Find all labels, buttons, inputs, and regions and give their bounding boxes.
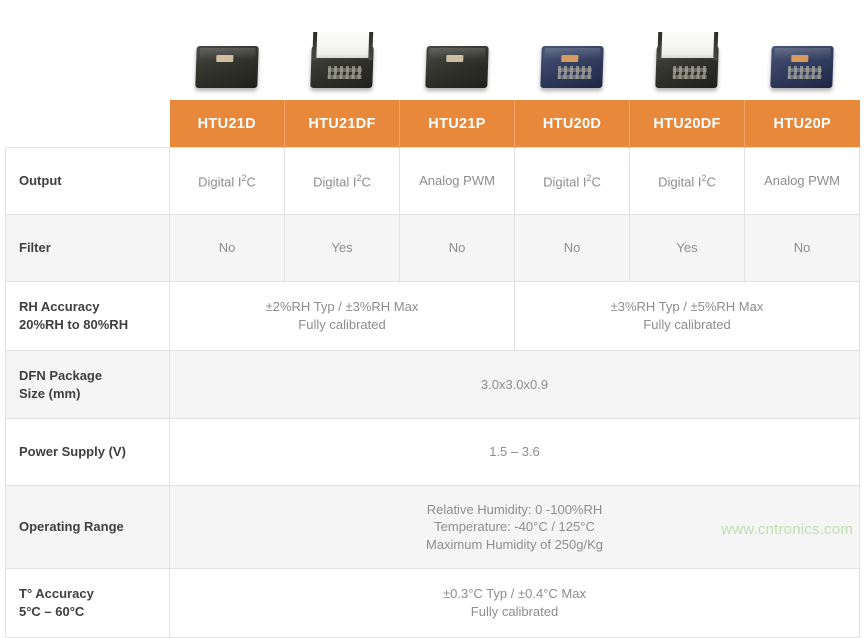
product-photo-htu21p (399, 0, 514, 100)
product-photo-strip (169, 0, 859, 100)
cell-output-htu21df: Digital I2C (284, 147, 400, 215)
product-photo-htu20d (514, 0, 629, 100)
table-row-dfn-package: DFN Package Size (mm) 3.0x3.0x0.9 (5, 350, 860, 419)
cell-output-htu20df: Digital I2C (629, 147, 745, 215)
table-header-row: HTU21D HTU21DF HTU21P HTU20D HTU20DF HTU… (5, 100, 860, 148)
cell-filter-htu21d: No (169, 214, 285, 282)
cell-rh-accuracy-htu20-group: ±3%RH Typ / ±5%RH Max Fully calibrated (514, 281, 860, 351)
table-row-t-accuracy: T° Accuracy 5°C – 60°C ±0.3°C Typ / ±0.4… (5, 568, 860, 638)
cell-filter-htu21df: Yes (284, 214, 400, 282)
table-row-power-supply: Power Supply (V) 1.5 – 3.6 (5, 418, 860, 486)
table-row-operating-range: Operating Range Relative Humidity: 0 -10… (5, 485, 860, 569)
cell-output-htu20p: Analog PWM (744, 147, 860, 215)
row-label-dfn-package: DFN Package Size (mm) (5, 350, 170, 419)
cell-filter-htu20d: No (514, 214, 630, 282)
column-header-htu21d: HTU21D (169, 100, 285, 148)
row-label-rh-accuracy: RH Accuracy 20%RH to 80%RH (5, 281, 170, 351)
table-row-rh-accuracy: RH Accuracy 20%RH to 80%RH ±2%RH Typ / ±… (5, 281, 860, 351)
row-label-power-supply: Power Supply (V) (5, 418, 170, 486)
cell-text-post: C (361, 173, 371, 189)
product-photo-htu20p (744, 0, 859, 100)
column-header-htu21df: HTU21DF (284, 100, 400, 148)
cell-filter-htu21p: No (399, 214, 515, 282)
sensor-comparison-table: HTU21D HTU21DF HTU21P HTU20D HTU20DF HTU… (5, 100, 860, 638)
column-header-htu20p: HTU20P (744, 100, 860, 148)
cell-power-supply-all: 1.5 – 3.6 (169, 418, 860, 486)
cell-text-post: C (591, 173, 601, 189)
cell-output-htu20d: Digital I2C (514, 147, 630, 215)
cell-t-accuracy-all: ±0.3°C Typ / ±0.4°C Max Fully calibrated (169, 568, 860, 638)
cell-filter-htu20p: No (744, 214, 860, 282)
row-label-t-accuracy: T° Accuracy 5°C – 60°C (5, 568, 170, 638)
cell-text-post: C (246, 173, 256, 189)
cell-text: Digital I (658, 173, 702, 189)
column-header-htu21p: HTU21P (399, 100, 515, 148)
table-row-output: Output Digital I2C Digital I2C Analog PW… (5, 147, 860, 215)
cell-text: Digital I (313, 173, 357, 189)
cell-text: Analog PWM (764, 173, 840, 189)
row-label-operating-range: Operating Range (5, 485, 170, 569)
cell-text: Analog PWM (419, 173, 495, 189)
column-header-htu20d: HTU20D (514, 100, 630, 148)
table-corner-cell (5, 100, 170, 148)
cell-output-htu21p: Analog PWM (399, 147, 515, 215)
cell-rh-accuracy-htu21-group: ±2%RH Typ / ±3%RH Max Fully calibrated (169, 281, 515, 351)
product-photo-htu21df (284, 0, 399, 100)
cell-text: Digital I (543, 173, 587, 189)
table-row-filter: Filter No Yes No No Yes No (5, 214, 860, 282)
cell-output-htu21d: Digital I2C (169, 147, 285, 215)
cell-operating-range-all: Relative Humidity: 0 -100%RH Temperature… (169, 485, 860, 569)
product-photo-htu20df (629, 0, 744, 100)
cell-text-post: C (706, 173, 716, 189)
column-header-htu20df: HTU20DF (629, 100, 745, 148)
cell-dfn-package-all: 3.0x3.0x0.9 (169, 350, 860, 419)
row-label-filter: Filter (5, 214, 170, 282)
cell-filter-htu20df: Yes (629, 214, 745, 282)
product-photo-htu21d (169, 0, 284, 100)
cell-text: Digital I (198, 173, 242, 189)
row-label-output: Output (5, 147, 170, 215)
